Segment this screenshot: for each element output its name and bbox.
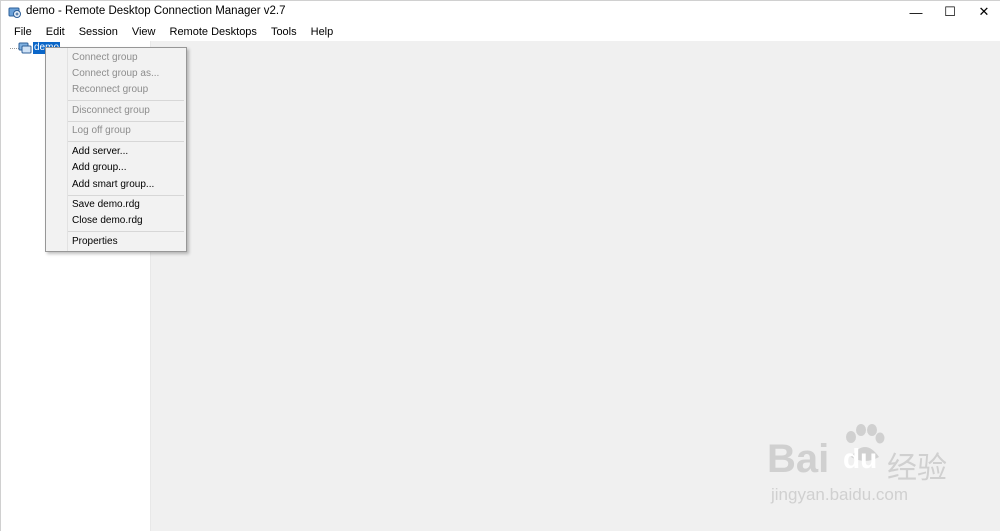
context-menu-gutter: [46, 48, 68, 251]
menu-tools[interactable]: Tools: [264, 23, 304, 41]
menu-view[interactable]: View: [125, 23, 163, 41]
app-icon: [8, 7, 21, 18]
menu-item-properties[interactable]: Properties: [72, 234, 118, 250]
menu-item-connect-group-as[interactable]: Connect group as...: [72, 66, 159, 82]
context-menu: Connect group Connect group as... Reconn…: [45, 47, 187, 252]
menu-session[interactable]: Session: [72, 23, 125, 41]
menu-item-close-rdg[interactable]: Close demo.rdg: [72, 213, 143, 229]
menu-bar: File Edit Session View Remote Desktops T…: [1, 23, 1000, 41]
menu-remote-desktops[interactable]: Remote Desktops: [163, 23, 264, 41]
menu-separator: [68, 141, 184, 142]
menu-item-log-off-group[interactable]: Log off group: [72, 123, 131, 139]
menu-item-add-group[interactable]: Add group...: [72, 160, 126, 176]
watermark-brand: Bai: [767, 437, 830, 481]
title-bar: demo - Remote Desktop Connection Manager…: [1, 1, 1000, 23]
menu-file[interactable]: File: [7, 23, 39, 41]
menu-item-add-server[interactable]: Add server...: [72, 144, 128, 160]
maximize-button[interactable]: ☐: [933, 1, 967, 23]
app-window: demo - Remote Desktop Connection Manager…: [0, 0, 1000, 531]
close-icon: ✕: [978, 4, 990, 19]
menu-item-connect-group[interactable]: Connect group: [72, 50, 138, 66]
minimize-button[interactable]: —: [899, 1, 933, 23]
maximize-icon: ☐: [944, 4, 956, 19]
menu-item-disconnect-group[interactable]: Disconnect group: [72, 103, 150, 119]
menu-help[interactable]: Help: [304, 23, 341, 41]
watermark-brand-du: du: [843, 443, 878, 474]
window-title: demo - Remote Desktop Connection Manager…: [26, 5, 286, 17]
watermark-brand-cn: 经验: [887, 452, 947, 485]
menu-separator: [68, 121, 184, 122]
server-group-icon: [18, 42, 32, 54]
menu-separator: [68, 100, 184, 101]
menu-separator: [68, 195, 184, 196]
menu-item-save-rdg[interactable]: Save demo.rdg: [72, 197, 140, 213]
menu-edit[interactable]: Edit: [39, 23, 72, 41]
close-button[interactable]: ✕: [967, 1, 1000, 23]
menu-item-add-smart-group[interactable]: Add smart group...: [72, 177, 154, 193]
minimize-icon: —: [909, 4, 923, 20]
watermark-url: jingyan.baidu.com: [771, 485, 909, 504]
menu-item-reconnect-group[interactable]: Reconnect group: [72, 82, 148, 98]
baidu-watermark: Bai du 经验 jingyan.baidu.com: [761, 421, 961, 511]
menu-separator: [68, 231, 184, 232]
